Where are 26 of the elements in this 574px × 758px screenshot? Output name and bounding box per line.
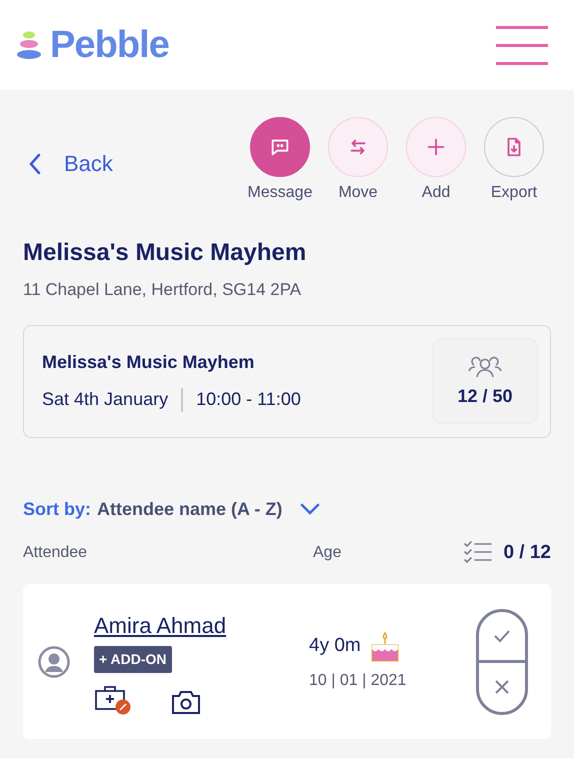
- camera-icon: [171, 688, 201, 714]
- logo-text: Pebble: [50, 22, 169, 68]
- attendee-name-link[interactable]: Amira Ahmad: [94, 612, 226, 638]
- venue-address: 11 Chapel Lane, Hertford, SG14 2PA: [23, 279, 302, 301]
- venue-title: Melissa's Music Mayhem: [23, 238, 308, 268]
- session-time: 10:00 - 11:00: [196, 388, 301, 411]
- chevron-down-icon: [300, 503, 320, 515]
- add-on-badge: + ADD-ON: [94, 646, 172, 672]
- check-icon: [493, 628, 511, 643]
- session-title: Melissa's Music Mayhem: [42, 351, 256, 374]
- logo-icon: [16, 30, 42, 60]
- sort-dropdown[interactable]: Sort by: Attendee name (A - Z): [23, 496, 320, 522]
- column-header: Attendee: [23, 542, 88, 563]
- back-link[interactable]: Back: [28, 147, 113, 180]
- checked-in-count: 0 / 12: [503, 540, 551, 564]
- close-icon: [494, 679, 510, 696]
- avatar-icon: [38, 646, 70, 678]
- column-header: Age: [313, 542, 342, 563]
- age-text: 4y 0m: [309, 634, 361, 658]
- capacity-count: 12 / 50: [457, 384, 513, 408]
- checklist-icon: [464, 540, 492, 565]
- menu-icon[interactable]: [496, 26, 548, 64]
- date-of-birth: 10 | 01 | 2021: [309, 670, 408, 690]
- session-date: Sat 4th January: [42, 388, 168, 411]
- chevron-left-icon: [28, 152, 42, 174]
- plus-icon: [425, 136, 447, 158]
